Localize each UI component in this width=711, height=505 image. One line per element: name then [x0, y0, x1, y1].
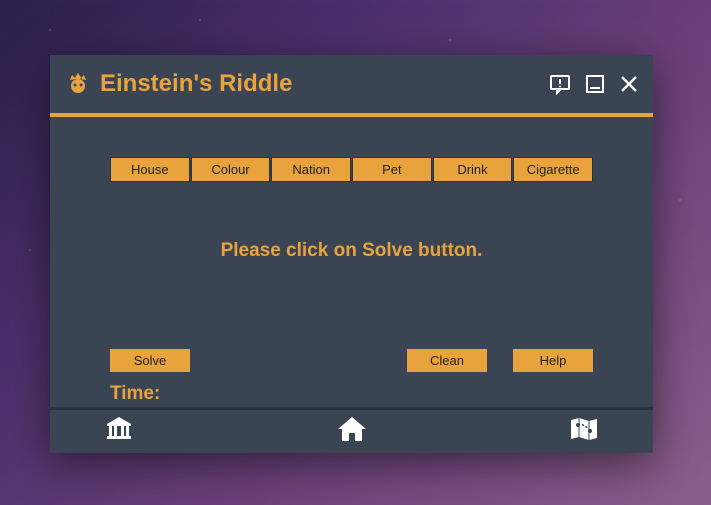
- minimize-icon[interactable]: [585, 74, 605, 94]
- clean-button[interactable]: Clean: [407, 349, 487, 372]
- titlebar: Einstein's Riddle: [50, 55, 653, 113]
- app-title: Einstein's Riddle: [100, 70, 292, 98]
- help-button[interactable]: Help: [513, 349, 593, 372]
- close-icon[interactable]: [619, 74, 639, 94]
- home-icon[interactable]: [337, 416, 367, 447]
- museum-icon[interactable]: [105, 416, 133, 447]
- solve-button[interactable]: Solve: [110, 349, 190, 372]
- title-left: Einstein's Riddle: [64, 70, 292, 98]
- app-logo-icon: [64, 70, 92, 98]
- action-buttons-row: Solve Clean Help: [110, 349, 593, 372]
- col-header-colour[interactable]: Colour: [191, 157, 271, 182]
- app-window: Einstein's Riddle: [50, 55, 653, 453]
- instruction-text: Please click on Solve button.: [110, 240, 593, 262]
- content-area: House Colour Nation Pet Drink Cigarette …: [50, 117, 653, 407]
- col-header-nation[interactable]: Nation: [271, 157, 351, 182]
- bottom-nav: [50, 407, 653, 453]
- map-icon[interactable]: [570, 417, 598, 446]
- window-controls: [549, 73, 639, 95]
- chat-icon[interactable]: [549, 73, 571, 95]
- col-header-house[interactable]: House: [110, 157, 190, 182]
- col-header-cigarette[interactable]: Cigarette: [513, 157, 593, 182]
- col-header-pet[interactable]: Pet: [352, 157, 432, 182]
- column-headers: House Colour Nation Pet Drink Cigarette: [110, 157, 593, 182]
- col-header-drink[interactable]: Drink: [433, 157, 513, 182]
- time-label: Time:: [110, 383, 160, 405]
